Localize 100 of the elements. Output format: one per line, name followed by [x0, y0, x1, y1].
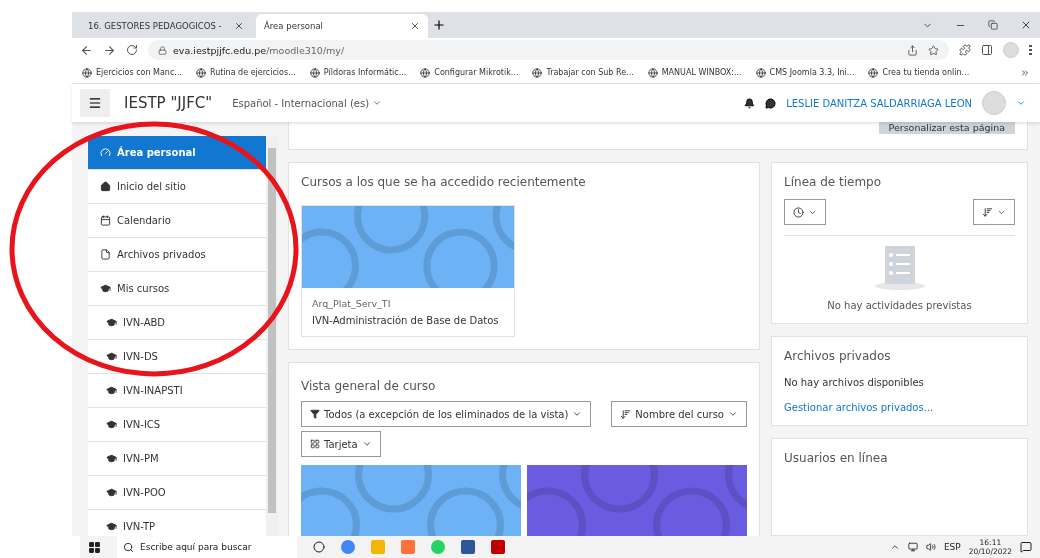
task-view-icon[interactable]: [313, 541, 325, 553]
caret-icon: [728, 409, 738, 419]
bookmark[interactable]: MANUAL WINBOX:...: [647, 67, 742, 78]
course-icon: [106, 317, 117, 328]
caret-icon: [372, 98, 383, 108]
bookmark[interactable]: Trabajar con Sub Re...: [532, 67, 634, 78]
close-icon[interactable]: [410, 21, 420, 31]
course-card[interactable]: Arq_Plat_Serv_TI IVN-Administración de Base de Datos: [301, 205, 515, 337]
globe-icon: [755, 67, 766, 78]
sort-button[interactable]: [973, 199, 1015, 225]
view-dropdown[interactable]: Tarjeta: [301, 431, 381, 457]
empty-list-icon: [873, 246, 926, 290]
lock-icon: [158, 45, 167, 55]
close-icon[interactable]: [1020, 19, 1032, 31]
language-menu[interactable]: Español - Internacional (es): [226, 96, 389, 110]
calendar-icon: [100, 215, 111, 226]
chat-icon[interactable]: [765, 97, 777, 109]
reload-icon[interactable]: [126, 44, 138, 56]
filter-icon: [310, 409, 320, 419]
sidebar-item[interactable]: Archivos privados: [88, 238, 266, 272]
start-icon[interactable]: [88, 540, 101, 554]
courses-icon: [100, 283, 111, 294]
sort-icon: [982, 206, 993, 218]
bookmark[interactable]: Configurar Mikrotik...: [420, 67, 519, 78]
browser-tab[interactable]: 16. GESTORES PEDAGOGICOS -: [80, 14, 252, 38]
block-title: Archivos privados: [784, 349, 892, 363]
network-icon[interactable]: [907, 542, 918, 552]
taskbar-app-icon[interactable]: [341, 540, 355, 554]
block-title: Usuarios en línea: [784, 451, 889, 465]
globe-icon: [532, 67, 543, 78]
sidebar-item[interactable]: Área personal: [88, 136, 266, 170]
customize-page-button[interactable]: Personalizar esta página: [878, 122, 1015, 134]
course-name[interactable]: IVN-Administración de Base de Datos: [312, 315, 504, 326]
address-bar[interactable]: eva.iestpjjfc.edu.pe/moodle310/my/: [148, 40, 949, 60]
restore-icon[interactable]: [988, 20, 998, 30]
sidebar-item[interactable]: Inicio del sitio: [88, 170, 266, 204]
user-name[interactable]: LESLIE DANITZA SALDARRIAGA LEON: [786, 97, 972, 109]
scrollbar[interactable]: [266, 136, 278, 536]
bookmark[interactable]: Píldoras Informátic...: [309, 67, 407, 78]
sidebar-item[interactable]: IVN-ABD: [88, 306, 266, 340]
course-icon: [106, 521, 117, 532]
course-category: Arq_Plat_Serv_TI: [312, 298, 392, 309]
volume-icon[interactable]: [925, 542, 936, 552]
globe-icon: [420, 67, 431, 78]
sidebar-item[interactable]: IVN-ICS: [88, 408, 266, 442]
block-title: Vista general de curso: [301, 379, 437, 393]
file-icon: [100, 249, 111, 260]
sort-dropdown[interactable]: Nombre del curso: [611, 401, 747, 427]
new-tab-icon[interactable]: [432, 18, 446, 32]
search-icon: [123, 541, 134, 553]
menu-dots-icon[interactable]: [1029, 44, 1032, 56]
bookmark[interactable]: CMS Joomla 3.3, Ini...: [755, 67, 855, 78]
back-icon[interactable]: [80, 43, 93, 57]
menu-icon: [88, 96, 102, 110]
filter-dropdown[interactable]: Todos (a excepción de los eliminados de la vista): [301, 401, 592, 427]
home-icon: [100, 181, 111, 192]
dashboard-icon: [100, 147, 111, 158]
site-name[interactable]: IESTP "JJFC": [124, 94, 213, 112]
globe-icon: [309, 67, 320, 78]
url-text: eva.iestpjjfc.edu.pe/moodle310/my/: [173, 44, 345, 56]
globe-icon: [195, 67, 206, 78]
course-icon: [106, 385, 117, 396]
sidebar-item[interactable]: IVN-POO: [88, 476, 266, 510]
grid-icon: [310, 439, 320, 449]
more-bookmarks-icon[interactable]: [1020, 67, 1030, 78]
taskbar-search-field[interactable]: Escribe aquí para buscar: [117, 536, 297, 558]
star-icon[interactable]: [928, 44, 939, 56]
sort-icon: [620, 408, 632, 420]
course-icon: [106, 419, 117, 430]
bookmark[interactable]: Rutina de ejercicios...: [195, 67, 296, 78]
side-panel-icon[interactable]: [981, 44, 993, 56]
language-indicator[interactable]: ESP: [943, 542, 961, 552]
notifications-icon[interactable]: [1020, 541, 1032, 553]
sidebar-item[interactable]: Mis cursos: [88, 272, 266, 306]
course-icon: [106, 487, 117, 498]
course-icon: [106, 351, 117, 362]
empty-message: No hay actividades previstas: [827, 300, 972, 311]
manage-files-link[interactable]: Gestionar archivos privados...: [784, 402, 1015, 413]
block-title: Línea de tiempo: [784, 175, 883, 189]
sidebar-item[interactable]: IVN-TP: [88, 510, 266, 536]
caret-icon: [361, 439, 372, 449]
share-icon[interactable]: [907, 44, 918, 56]
sidebar-item[interactable]: IVN-INAPSTI: [88, 374, 266, 408]
bookmark[interactable]: Crea tu tienda onlin...: [868, 67, 970, 78]
globe-icon: [868, 67, 879, 78]
sidebar-item[interactable]: Calendario: [88, 204, 266, 238]
globe-icon: [82, 67, 92, 78]
block-title: Cursos a los que se ha accedido recientemente: [301, 175, 587, 189]
globe-icon: [647, 67, 658, 78]
menu-button[interactable]: [80, 89, 110, 117]
clock-icon: [793, 206, 804, 218]
forward-icon[interactable]: [103, 43, 116, 57]
close-icon[interactable]: [234, 21, 244, 31]
browser-tab[interactable]: Área personal: [256, 14, 428, 38]
puzzle-icon[interactable]: [959, 44, 971, 56]
tray-expand-icon[interactable]: [889, 542, 900, 552]
sidebar-item[interactable]: IVN-PM: [88, 442, 266, 476]
date-filter-button[interactable]: [784, 199, 826, 225]
bell-icon[interactable]: [744, 97, 756, 109]
bookmark[interactable]: Ejercicios con Manc...: [82, 67, 182, 78]
